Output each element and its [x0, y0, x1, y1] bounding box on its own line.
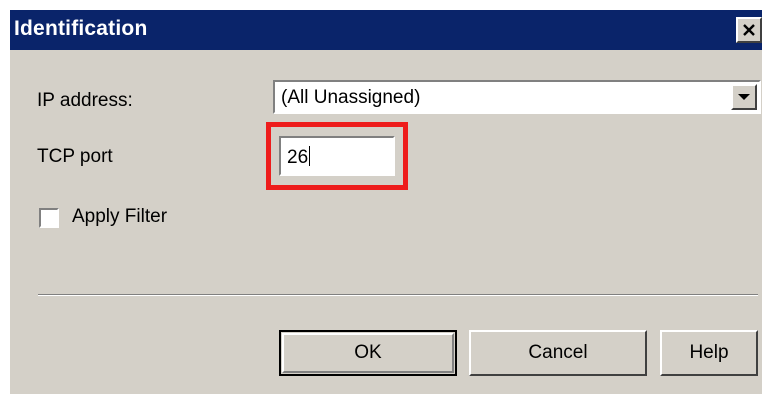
tcp-port-value: 26	[287, 146, 311, 168]
ip-address-select[interactable]: (All Unassigned)	[273, 80, 761, 114]
cancel-button[interactable]: Cancel	[469, 330, 647, 376]
close-icon	[743, 24, 755, 36]
tcp-port-label: TCP port	[37, 146, 113, 167]
tcp-port-input[interactable]: 26	[279, 136, 395, 176]
ok-button-label: OK	[282, 333, 454, 373]
text-caret	[309, 146, 311, 166]
ip-address-value: (All Unassigned)	[281, 87, 421, 108]
apply-filter-checkbox[interactable]	[39, 208, 59, 228]
close-button[interactable]	[736, 17, 762, 43]
dialog-title: Identification	[14, 17, 148, 40]
chevron-down-icon	[738, 94, 750, 100]
identification-dialog: Identification IP address: (All Unassign…	[8, 8, 762, 394]
apply-filter-label[interactable]: Apply Filter	[72, 206, 167, 228]
ip-address-dropdown-button[interactable]	[731, 84, 757, 110]
ok-button[interactable]: OK	[279, 330, 457, 376]
title-bar: Identification	[10, 10, 762, 50]
help-button[interactable]: Help	[660, 330, 758, 376]
divider	[38, 294, 758, 296]
ip-address-label: IP address:	[37, 90, 133, 111]
